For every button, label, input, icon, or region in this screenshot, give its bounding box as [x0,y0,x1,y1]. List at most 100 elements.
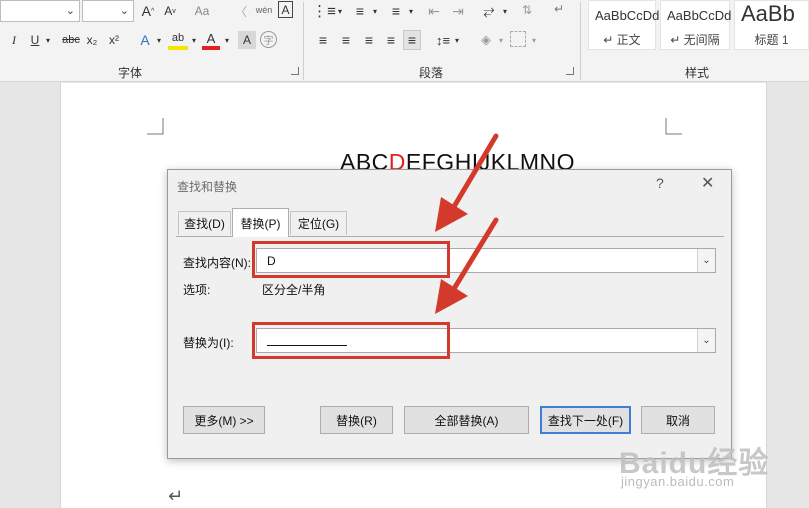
close-icon: ✕ [701,175,715,192]
font-dialog-launcher[interactable] [291,67,299,75]
numbering-button[interactable]: ≡ [350,2,370,20]
line-spacing-button[interactable]: ↕≡ [433,31,453,49]
multilevel-list-icon: ≡ [391,3,401,19]
font-color-button[interactable]: A [202,30,220,50]
margin-corner-top-left [147,118,164,135]
options-value: 区分全/半角 [262,283,326,297]
italic-button[interactable]: I [8,32,20,48]
enclose-char-button[interactable]: 字 [260,31,277,48]
justify-button[interactable]: ≡ [382,32,400,48]
replace-all-button[interactable]: 全部替换(A) [404,406,529,434]
replace-with-label: 替换为(I): [183,336,234,350]
sort-button[interactable]: ⇅ [518,0,536,20]
bullet-list-icon: ⋮≡ [312,3,336,20]
close-button[interactable]: ✕ [701,173,714,193]
numbering-dropdown[interactable]: ▾ [371,5,379,17]
align-left-button[interactable]: ≡ [314,32,332,48]
shading-button[interactable]: ◈ [477,31,495,49]
chevron-down-icon: ⌄ [702,335,711,346]
borders-button[interactable] [510,31,526,47]
highlighter-icon: ab [171,32,185,44]
change-case-button[interactable]: Aa [190,2,214,20]
replace-history-dropdown[interactable]: ⌄ [697,329,715,352]
highlight-dropdown[interactable]: ▾ [190,34,198,46]
superscript-icon: x² [109,33,119,47]
superscript-button[interactable]: x² [106,32,122,48]
highlight-button[interactable]: ab [168,30,188,50]
bullets-dropdown[interactable]: ▾ [336,5,344,17]
italic-icon: I [12,32,16,47]
char-border-icon: A [281,2,290,17]
ribbon: ⌄ ⌄ A ^ Av Aa 〈 wén A I U ▾ abc x₂ x² A ▾… [0,0,809,82]
multilevel-list-button[interactable]: ≡ [386,2,406,20]
help-button[interactable]: ? [656,175,664,191]
decrease-indent-button[interactable]: ⇤ [424,2,444,20]
find-history-dropdown[interactable]: ⌄ [697,249,715,272]
subscript-icon: x₂ [86,33,98,47]
text-effects-icon: A [140,32,150,48]
find-next-button[interactable]: 查找下一处(F) [540,406,631,434]
font-size-combo[interactable]: ⌄ [82,0,134,22]
char-shading-icon: A [242,33,251,47]
cancel-button[interactable]: 取消 [641,406,715,434]
clear-format-button[interactable]: 〈 [232,2,250,20]
show-marks-button[interactable]: ↵ [552,0,566,18]
more-button[interactable]: 更多(M) >> [183,406,265,434]
multilevel-dropdown[interactable]: ▾ [407,5,415,17]
chevron-down-icon: ⌄ [119,5,129,17]
grow-font-button[interactable]: A ^ [140,2,156,20]
find-field-highlight-box [252,241,450,278]
line-spacing-dropdown[interactable]: ▾ [453,34,461,46]
text-effects-dropdown[interactable]: ▾ [155,34,163,46]
distributed-button[interactable]: ≡ [403,30,421,50]
ribbon-separator [303,2,304,80]
chinese-layout-button[interactable]: ⥂ [478,0,500,20]
style-no-spacing[interactable]: AaBbCcDd ↵ 无间隔 [660,0,731,50]
font-name-combo[interactable]: ⌄ [0,0,80,22]
tab-label: 定位(G) [297,217,340,231]
ribbon-separator [580,2,581,80]
text-effects-button[interactable]: A [137,31,153,49]
shrink-font-button[interactable]: Av [162,2,178,20]
shading-dropdown[interactable]: ▾ [497,34,505,46]
tab-replace[interactable]: 替换(P) [232,208,289,237]
styles-group-label: 样式 [685,66,710,80]
increase-indent-button[interactable]: ⇥ [448,2,468,20]
align-right-icon: ≡ [364,32,374,48]
phonetic-guide-button[interactable]: wén [254,0,274,20]
char-shading-button[interactable]: A [238,31,256,49]
style-normal[interactable]: AaBbCcDd ↵ 正文 [588,0,659,50]
char-border-button[interactable]: A [278,1,293,18]
chevron-down-icon: ⌄ [65,5,75,17]
tab-goto[interactable]: 定位(G) [290,211,347,235]
style-heading-1[interactable]: AaBb 标题 1 [734,0,809,50]
align-right-button[interactable]: ≡ [360,32,378,48]
bullets-button[interactable]: ⋮≡ [312,2,336,20]
tab-find[interactable]: 查找(D) [178,211,231,235]
line-spacing-icon: ↕≡ [435,32,451,48]
subscript-button[interactable]: x₂ [84,32,100,48]
change-case-icon: Aa [194,4,210,18]
margin-corner-top-right [665,118,682,135]
underline-dropdown[interactable]: ▾ [44,34,52,46]
style-name: ↵ 正文 [603,33,641,47]
grow-font-icon: A [141,3,152,19]
replace-field-highlight-box [252,322,450,359]
align-center-icon: ≡ [341,32,351,48]
increase-indent-icon: ⇥ [452,2,464,19]
paint-bucket-icon: ◈ [481,32,491,47]
underline-button[interactable]: U [28,32,42,48]
borders-dropdown[interactable]: ▾ [530,34,538,46]
paragraph-mark-icon: ↵ [553,2,565,16]
sort-icon: ⇅ [521,3,533,17]
tab-label: 替换(P) [240,216,281,231]
style-name: 标题 1 [754,33,789,47]
paragraph-dialog-launcher[interactable] [566,67,574,75]
replace-button[interactable]: 替换(R) [320,406,393,434]
font-color-dropdown[interactable]: ▾ [223,34,231,46]
align-center-button[interactable]: ≡ [337,32,355,48]
style-name: ↵ 无间隔 [670,33,720,47]
shrink-font-icon: A [164,4,173,18]
strikethrough-button[interactable]: abc [60,32,82,48]
chinese-layout-dropdown[interactable]: ▾ [501,5,509,17]
